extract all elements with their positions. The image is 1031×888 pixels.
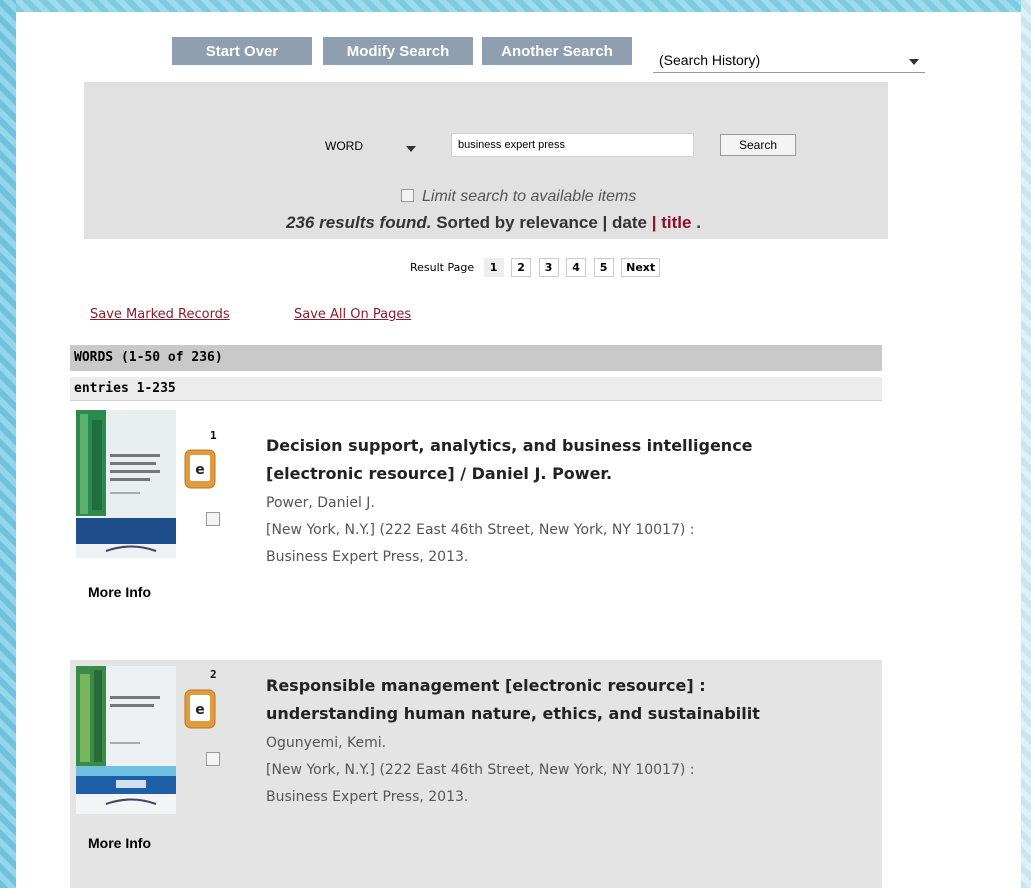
ebook-icon: e — [184, 689, 216, 729]
page-link-3[interactable]: 3 — [538, 258, 559, 277]
page-link-4[interactable]: 4 — [566, 258, 587, 277]
sort-period: . — [696, 213, 701, 232]
record-publication-line: [New York, N.Y.] (222 East 46th Street, … — [266, 762, 695, 778]
record-title-line: Decision support, analytics, and busines… — [266, 436, 753, 455]
window-frame-left — [0, 0, 16, 888]
list-item: More Info 2 e Responsible management [el… — [70, 660, 882, 888]
page-link-2[interactable]: 2 — [511, 258, 532, 277]
record-author: Power, Daniel J. — [266, 495, 375, 511]
record-publication: [New York, N.Y.] (222 East 46th Street, … — [266, 757, 866, 811]
results-summary: 236 results found. Sorted by relevance |… — [286, 213, 701, 233]
entries-range: entries 1-235 — [70, 377, 882, 401]
sort-date-link[interactable]: date — [612, 213, 647, 232]
svg-text:e: e — [195, 462, 205, 478]
record-publication-line: [New York, N.Y.] (222 East 46th Street, … — [266, 522, 695, 538]
save-marked-records-link[interactable]: Save Marked Records — [90, 307, 230, 322]
ebook-icon: e — [184, 449, 216, 489]
modify-search-button[interactable]: Modify Search — [323, 37, 473, 65]
record-title-line: [electronic resource] / Daniel J. Power. — [266, 464, 613, 483]
mark-record-checkbox[interactable] — [206, 512, 220, 526]
limit-available-checkbox[interactable] — [401, 189, 414, 202]
page-link-5[interactable]: 5 — [593, 258, 614, 277]
mark-record-checkbox[interactable] — [206, 752, 220, 766]
sort-relevance-link[interactable]: relevance — [519, 213, 597, 232]
limit-available-label: Limit search to available items — [422, 188, 637, 205]
record-title-link[interactable]: Decision support, analytics, and busines… — [266, 432, 866, 488]
save-all-on-pages-link[interactable]: Save All On Pages — [294, 307, 411, 322]
record-author: Ogunyemi, Kemi. — [266, 735, 387, 751]
results-list-header: WORDS (1-50 of 236) — [70, 345, 882, 371]
window-frame-top — [0, 0, 1031, 12]
svg-text:e: e — [195, 702, 205, 718]
more-info-link[interactable]: More Info — [88, 584, 151, 600]
record-title-line: understanding human nature, ethics, and … — [266, 704, 760, 723]
chevron-down-icon — [406, 146, 416, 152]
record-title-line: Responsible management [electronic resou… — [266, 676, 706, 695]
sorted-by-label: Sorted by — [436, 213, 515, 232]
record-publication: [New York, N.Y.] (222 East 46th Street, … — [266, 517, 866, 571]
another-search-button[interactable]: Another Search — [482, 37, 632, 65]
book-cover-image[interactable] — [76, 666, 176, 814]
search-history-label: (Search History) — [659, 52, 761, 68]
start-over-button[interactable]: Start Over — [172, 37, 312, 65]
results-count: 236 results found. — [286, 213, 432, 232]
record-title-link[interactable]: Responsible management [electronic resou… — [266, 672, 866, 728]
record-number: 2 — [210, 668, 217, 681]
search-box: WORD business expert press Search Limit … — [84, 82, 888, 239]
search-button[interactable]: Search — [720, 134, 796, 156]
sort-title-link[interactable]: title — [661, 213, 691, 232]
next-page-link[interactable]: Next — [621, 258, 661, 277]
catalog-panel: Start Over Modify Search Another Search … — [16, 12, 1021, 888]
search-field-value: WORD — [325, 139, 363, 153]
limit-available-option: Limit search to available items — [401, 188, 636, 206]
book-cover-image[interactable] — [76, 410, 176, 558]
sort-divider: | — [651, 213, 657, 232]
chevron-down-icon — [909, 59, 919, 65]
result-page-label: Result Page — [410, 261, 475, 274]
result-pager: Result Page 1 2 3 4 5 Next — [410, 258, 664, 277]
record-number: 1 — [210, 429, 217, 442]
search-field-select[interactable]: WORD — [318, 136, 422, 156]
list-item: More Info 1 e Decision support, analytic… — [70, 404, 882, 636]
record-publication-line: Business Expert Press, 2013. — [266, 789, 469, 805]
page-link-1[interactable]: 1 — [483, 258, 504, 277]
more-info-link[interactable]: More Info — [88, 835, 151, 851]
search-input[interactable]: business expert press — [451, 133, 694, 157]
search-history-select[interactable]: (Search History) — [653, 47, 925, 73]
record-publication-line: Business Expert Press, 2013. — [266, 549, 469, 565]
sort-divider: | — [602, 213, 608, 232]
window-frame-right — [1021, 0, 1031, 888]
